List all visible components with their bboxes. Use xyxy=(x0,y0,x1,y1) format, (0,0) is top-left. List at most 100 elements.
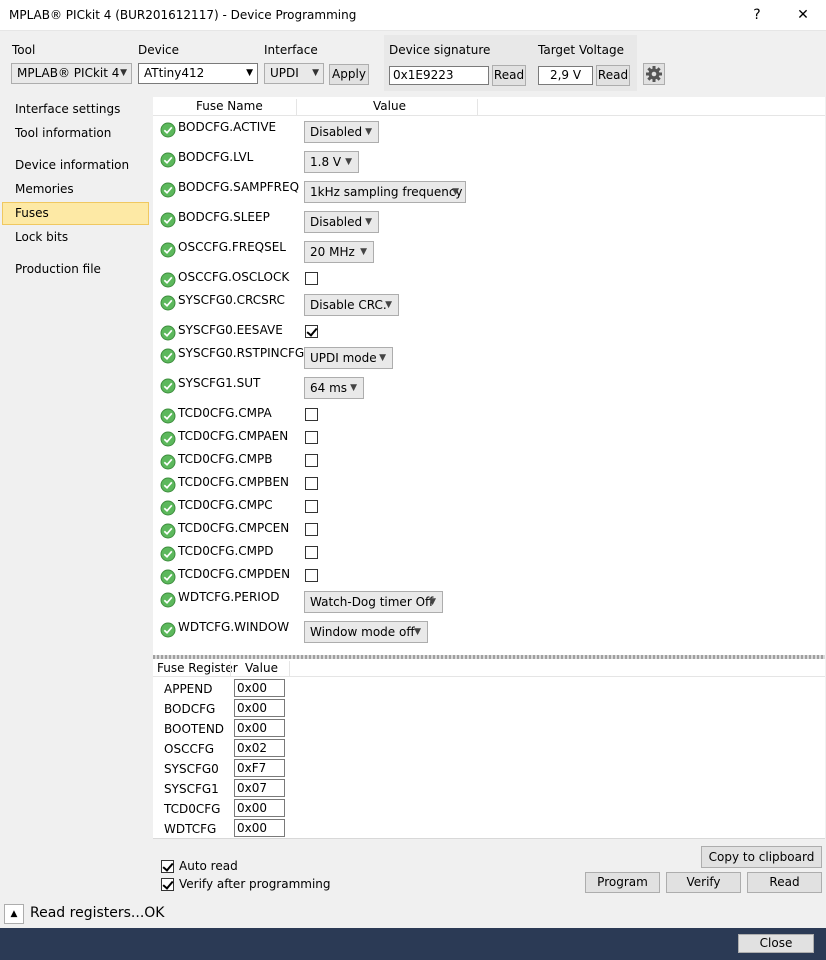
sidebar-item-memories[interactable]: Memories xyxy=(2,178,149,201)
apply-button[interactable]: Apply xyxy=(329,64,369,85)
fuse-value-checkbox[interactable] xyxy=(305,408,318,421)
check-circle-icon xyxy=(160,546,176,562)
register-name: BODCFG xyxy=(164,702,216,716)
register-value-field[interactable]: 0x07 xyxy=(234,779,285,797)
register-row: BOOTEND 0x00 xyxy=(153,719,353,739)
tool-select[interactable]: MPLAB® PICkit 4 ▼ xyxy=(11,63,132,84)
register-value-field[interactable]: 0x00 xyxy=(234,799,285,817)
interface-label: Interface xyxy=(264,43,318,57)
chevron-down-icon: ▼ xyxy=(365,127,372,137)
fuse-value-select[interactable]: Watch-Dog timer Off ▼ xyxy=(304,591,443,613)
fuse-name: SYSCFG0.CRCSRC xyxy=(178,293,285,307)
register-name: SYSCFG0 xyxy=(164,762,219,776)
settings-button[interactable] xyxy=(643,63,665,85)
fuse-value-select[interactable]: Window mode off ▼ xyxy=(304,621,428,643)
chevron-down-icon: ▼ xyxy=(120,68,127,78)
fuse-register-column-header[interactable]: Fuse Register xyxy=(157,661,238,675)
signature-field[interactable]: 0x1E9223 xyxy=(389,66,489,85)
register-value-field[interactable]: 0x00 xyxy=(234,819,285,837)
fuse-value-select-value: 1.8 V xyxy=(310,155,342,169)
fuse-value-select-value: Window mode off xyxy=(310,625,415,639)
read-button[interactable]: Read xyxy=(747,872,822,893)
chevron-down-icon: ▼ xyxy=(365,217,372,227)
device-select[interactable]: ATtiny412 ▼ xyxy=(138,63,258,84)
fuse-value-select-value: Watch-Dog timer Off xyxy=(310,595,434,609)
fuse-name-column-header[interactable]: Fuse Name xyxy=(196,99,263,113)
fuse-name: TCD0CFG.CMPDEN xyxy=(178,567,291,581)
register-value-field[interactable]: 0x00 xyxy=(234,719,285,737)
register-value-column-header[interactable]: Value xyxy=(245,661,278,675)
fuse-name: SYSCFG1.SUT xyxy=(178,376,261,390)
chevron-down-icon: ▼ xyxy=(350,383,357,393)
fuse-value-checkbox[interactable] xyxy=(305,546,318,559)
fuse-value-select-value: Disable CRC. xyxy=(310,298,387,312)
copy-to-clipboard-button[interactable]: Copy to clipboard xyxy=(701,846,822,868)
fuse-value-select[interactable]: 20 MHz ▼ xyxy=(304,241,374,263)
window-close-button[interactable]: ✕ xyxy=(780,0,826,31)
verify-button[interactable]: Verify xyxy=(666,872,741,893)
sidebar-item-lock-bits[interactable]: Lock bits xyxy=(2,226,149,249)
fuse-value-checkbox[interactable] xyxy=(305,431,318,444)
fuse-name: TCD0CFG.CMPD xyxy=(178,544,274,558)
auto-read-label: Auto read xyxy=(179,859,238,873)
check-circle-icon xyxy=(160,454,176,470)
register-value-field[interactable]: 0xF7 xyxy=(234,759,285,777)
program-button[interactable]: Program xyxy=(585,872,660,893)
fuse-value-checkbox[interactable] xyxy=(305,454,318,467)
register-name: OSCCFG xyxy=(164,742,215,756)
fuse-grid: Fuse Name Value BODCFG.ACTIVE Disabled ▼ BO… xyxy=(153,97,825,655)
sidebar-item-interface-settings[interactable]: Interface settings xyxy=(2,98,149,121)
fuse-value-select[interactable]: Disabled ▼ xyxy=(304,121,379,143)
help-button[interactable]: ? xyxy=(734,0,780,31)
signature-read-button[interactable]: Read xyxy=(492,65,526,86)
register-value-field[interactable]: 0x02 xyxy=(234,739,285,757)
register-row: APPEND 0x00 xyxy=(153,679,353,699)
check-circle-icon xyxy=(160,408,176,424)
voltage-label: Target Voltage xyxy=(538,43,624,57)
column-divider xyxy=(230,661,231,677)
fuse-row: OSCCFG.OSCLOCK xyxy=(153,267,825,290)
check-circle-icon xyxy=(160,592,176,608)
check-circle-icon xyxy=(160,477,176,493)
register-name: APPEND xyxy=(164,682,213,696)
register-value-field[interactable]: 0x00 xyxy=(234,699,285,717)
sidebar-item-device-information[interactable]: Device information xyxy=(2,154,149,177)
fuse-value-select[interactable]: Disable CRC. ▼ xyxy=(304,294,399,316)
voltage-field[interactable]: 2,9 V xyxy=(538,66,593,85)
interface-select[interactable]: UPDI ▼ xyxy=(264,63,324,84)
fuse-value-checkbox[interactable] xyxy=(305,523,318,536)
sidebar-item-tool-information[interactable]: Tool information xyxy=(2,122,149,145)
voltage-read-button[interactable]: Read xyxy=(596,65,630,86)
device-select-value: ATtiny412 xyxy=(144,66,205,80)
tool-label: Tool xyxy=(12,43,36,57)
fuse-value-checkbox[interactable] xyxy=(305,272,318,285)
fuse-name: OSCCFG.FREQSEL xyxy=(178,240,286,254)
chevron-down-icon: ▼ xyxy=(452,187,459,197)
check-circle-icon xyxy=(160,122,176,138)
register-row: SYSCFG1 0x07 xyxy=(153,779,353,799)
fuse-value-select[interactable]: Disabled ▼ xyxy=(304,211,379,233)
verify-after-programming-checkbox[interactable] xyxy=(161,878,174,891)
chevron-down-icon: ▼ xyxy=(246,68,253,78)
sidebar-item-fuses[interactable]: Fuses xyxy=(2,202,149,225)
check-circle-icon xyxy=(160,152,176,168)
fuse-name: BODCFG.SAMPFREQ xyxy=(178,180,300,194)
status-expand-button[interactable]: ▲ xyxy=(4,904,24,924)
fuse-value-checkbox[interactable] xyxy=(305,477,318,490)
fuse-value-checkbox[interactable] xyxy=(305,500,318,513)
register-row: OSCCFG 0x02 xyxy=(153,739,353,759)
fuse-value-checkbox[interactable] xyxy=(305,569,318,582)
sidebar-item-production-file[interactable]: Production file xyxy=(2,258,149,281)
fuse-register-grid: Fuse Register Value APPEND 0x00 BODCFG 0x00… xyxy=(153,659,825,839)
fuse-value-select[interactable]: 64 ms ▼ xyxy=(304,377,364,399)
fuse-value-select[interactable]: 1.8 V ▼ xyxy=(304,151,359,173)
fuse-value-checkbox[interactable] xyxy=(305,325,318,338)
fuse-value-column-header[interactable]: Value xyxy=(373,99,406,113)
fuse-value-select[interactable]: UPDI mode ▼ xyxy=(304,347,393,369)
fuse-value-select[interactable]: 1kHz sampling frequency ▼ xyxy=(304,181,466,203)
fuse-value-select-value: Disabled xyxy=(310,125,363,139)
chevron-down-icon: ▼ xyxy=(385,300,392,310)
register-value-field[interactable]: 0x00 xyxy=(234,679,285,697)
auto-read-checkbox[interactable] xyxy=(161,860,174,873)
close-button[interactable]: Close xyxy=(738,934,814,953)
